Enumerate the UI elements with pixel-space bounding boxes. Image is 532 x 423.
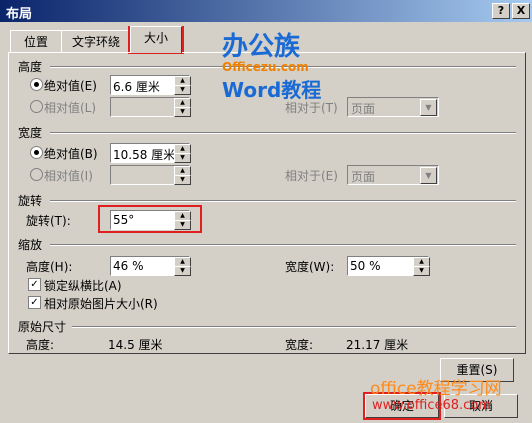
height-absolute-field[interactable]: 6.6 厘米 ▲ ▼ (110, 75, 191, 95)
original-height-value: 14.5 厘米 (108, 338, 163, 352)
help-button[interactable]: ? (492, 3, 510, 19)
watermark-footer-url: www.office68.com (372, 398, 491, 413)
spin-down-icon[interactable]: ▼ (174, 85, 191, 95)
divider (72, 326, 516, 328)
chevron-down-icon[interactable]: ▼ (420, 99, 437, 116)
spin-down-icon[interactable]: ▼ (174, 175, 191, 185)
width-relative-to-label: 相对于(E) (285, 169, 338, 183)
scale-width-label: 宽度(W): (285, 260, 335, 274)
width-relative-to-select[interactable]: 页面 ▼ (347, 165, 439, 185)
lock-aspect-checkbox[interactable]: ✓ (28, 278, 41, 291)
spin-down-icon[interactable]: ▼ (174, 153, 191, 163)
watermark-footer-title: office教程学习网 (370, 379, 502, 399)
divider (50, 132, 516, 134)
height-relative-radio[interactable] (30, 100, 43, 113)
spin-down-icon[interactable]: ▼ (413, 266, 430, 276)
dialog-title: 布局 (6, 7, 33, 22)
relative-original-checkbox[interactable]: ✓ (28, 296, 41, 309)
rotation-highlight (98, 205, 202, 233)
height-absolute-radio[interactable] (30, 78, 43, 91)
section-original-size: 原始尺寸 (18, 320, 67, 334)
spin-down-icon[interactable]: ▼ (174, 107, 191, 117)
section-rotation: 旋转 (18, 194, 43, 208)
lock-aspect-label: 锁定纵横比(A) (44, 279, 122, 293)
tab-size[interactable]: 大小 (130, 26, 182, 53)
height-relative-to-value: 页面 (351, 102, 376, 116)
spin-down-icon[interactable]: ▼ (174, 266, 191, 276)
width-absolute-field[interactable]: 10.58 厘米 ▲ ▼ (110, 143, 191, 163)
width-relative-label: 相对值(I) (44, 169, 93, 183)
scale-height-label: 高度(H): (26, 260, 73, 274)
section-height: 高度 (18, 60, 43, 74)
height-relative-to-select[interactable]: 页面 ▼ (347, 97, 439, 117)
scale-width-field[interactable]: 50 % ▲ ▼ (347, 256, 430, 276)
scale-height-value: 46 % (113, 259, 144, 273)
width-absolute-radio[interactable] (30, 146, 43, 159)
original-width-label: 宽度: (285, 338, 314, 352)
height-absolute-label: 绝对值(E) (44, 79, 97, 93)
width-relative-radio[interactable] (30, 168, 43, 181)
section-width: 宽度 (18, 126, 43, 140)
close-button[interactable]: X (512, 3, 530, 19)
scale-height-field[interactable]: 46 % ▲ ▼ (110, 256, 191, 276)
original-height-label: 高度: (26, 338, 55, 352)
watermark-sub: Word教程 (222, 78, 322, 102)
section-scale: 缩放 (18, 238, 43, 252)
watermark-logo: 办公族 (222, 32, 301, 62)
chevron-down-icon[interactable]: ▼ (420, 167, 437, 184)
watermark-site: Officezu.com (222, 60, 309, 74)
width-relative-to-value: 页面 (351, 170, 376, 184)
tab-text-wrap[interactable]: 文字环绕 (61, 30, 131, 53)
divider (50, 244, 516, 246)
relative-original-label: 相对原始图片大小(R) (44, 297, 158, 311)
tab-position[interactable]: 位置 (10, 30, 62, 53)
layout-dialog: 布局 ? X 位置 文字环绕 大小 高度 绝对值(E) 6.6 厘米 ▲ ▼ 相对… (0, 0, 532, 423)
width-relative-field[interactable]: ▲ ▼ (110, 165, 191, 185)
height-absolute-value: 6.6 厘米 (113, 80, 160, 94)
height-relative-field[interactable]: ▲ ▼ (110, 97, 191, 117)
height-relative-label: 相对值(L) (44, 101, 97, 115)
title-bar: 布局 ? X (0, 0, 532, 22)
scale-width-value: 50 % (350, 259, 381, 273)
rotation-label: 旋转(T): (26, 214, 71, 228)
width-absolute-label: 绝对值(B) (44, 147, 98, 161)
original-width-value: 21.17 厘米 (346, 338, 409, 352)
divider (50, 200, 516, 202)
width-absolute-value: 10.58 厘米 (113, 148, 176, 162)
